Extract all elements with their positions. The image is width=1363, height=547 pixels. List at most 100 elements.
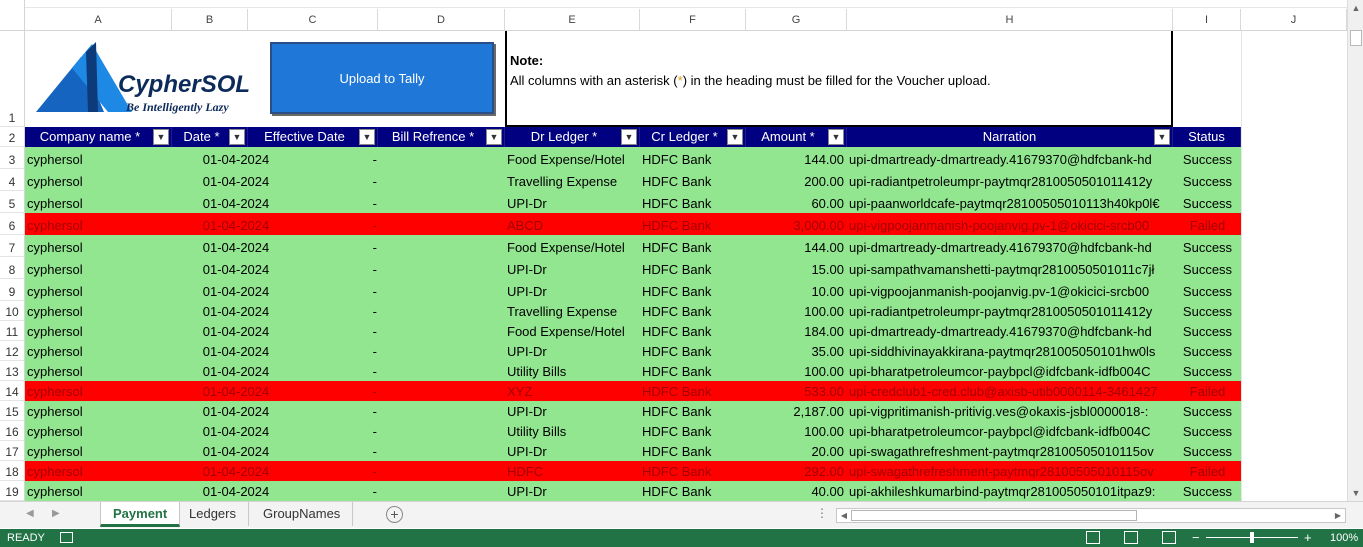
date-cell[interactable]: 01-04-2024 (171, 147, 271, 169)
cr-ledger-cell[interactable]: HDFC Bank (642, 257, 746, 279)
column-header-c[interactable]: C (248, 9, 378, 31)
effective-date-cell[interactable]: - (271, 481, 377, 501)
amount-cell[interactable]: 200.00 (745, 169, 844, 191)
filter-dropdown-icon[interactable]: ▼ (486, 129, 502, 145)
dr-ledger-cell[interactable]: UPI-Dr (507, 401, 638, 421)
zoom-slider-thumb[interactable] (1250, 532, 1254, 543)
normal-view-icon[interactable] (1086, 531, 1100, 544)
filter-dropdown-icon[interactable]: ▼ (229, 129, 245, 145)
narration-cell[interactable]: upi-radiantpetroleumpr-paytmqr2810050501… (849, 301, 1174, 321)
company-cell[interactable]: cyphersol (27, 421, 171, 441)
effective-date-cell[interactable]: - (271, 257, 377, 279)
status-cell[interactable]: Success (1174, 441, 1241, 461)
effective-date-cell[interactable]: - (271, 279, 377, 301)
zoom-in-icon[interactable]: + (1304, 530, 1312, 545)
amount-cell[interactable]: 100.00 (745, 301, 844, 321)
status-cell[interactable]: Success (1174, 257, 1241, 279)
date-cell[interactable]: 01-04-2024 (171, 257, 271, 279)
row-header[interactable]: 5 (0, 191, 25, 213)
status-cell[interactable]: Success (1174, 147, 1241, 169)
cr-ledger-cell[interactable]: HDFC Bank (642, 401, 746, 421)
narration-cell[interactable]: upi-credclub1-cred.club@axisb-utib000011… (849, 381, 1174, 401)
date-cell[interactable]: 01-04-2024 (171, 301, 271, 321)
effective-date-cell[interactable]: - (271, 441, 377, 461)
filter-dropdown-icon[interactable]: ▼ (153, 129, 169, 145)
cr-ledger-cell[interactable]: HDFC Bank (642, 381, 746, 401)
column-header-d[interactable]: D (378, 9, 505, 31)
effective-date-cell[interactable]: - (271, 169, 377, 191)
dr-ledger-cell[interactable]: UPI-Dr (507, 341, 638, 361)
amount-cell[interactable]: 40.00 (745, 481, 844, 501)
amount-cell[interactable]: 20.00 (745, 441, 844, 461)
company-cell[interactable]: cyphersol (27, 321, 171, 341)
company-cell[interactable]: cyphersol (27, 257, 171, 279)
bill-reference-cell[interactable] (377, 301, 504, 321)
narration-cell[interactable]: upi-vigpoojanmanish-poojanvig.pv-1@okici… (849, 279, 1174, 301)
page-break-icon[interactable] (1162, 531, 1176, 544)
dr-ledger-cell[interactable]: XYZ (507, 381, 638, 401)
row-header[interactable]: 12 (0, 341, 25, 361)
bill-reference-cell[interactable] (377, 235, 504, 257)
status-cell[interactable]: Success (1174, 361, 1241, 381)
date-cell[interactable]: 01-04-2024 (171, 361, 271, 381)
narration-cell[interactable]: upi-paanworldcafe-paytmqr28100505010113h… (849, 191, 1174, 213)
column-header-a[interactable]: A (25, 9, 172, 31)
date-cell[interactable]: 01-04-2024 (171, 213, 271, 235)
cr-ledger-cell[interactable]: HDFC Bank (642, 235, 746, 257)
cr-ledger-cell[interactable]: HDFC Bank (642, 301, 746, 321)
narration-cell[interactable]: upi-bharatpetroleumcor-paybpcl@idfcbank-… (849, 421, 1174, 441)
company-cell[interactable]: cyphersol (27, 461, 171, 481)
narration-cell[interactable]: upi-swagathrefreshment-paytmqr2810050501… (849, 441, 1174, 461)
upload-to-tally-button[interactable]: Upload to Tally (270, 42, 494, 114)
column-header-j[interactable]: J (1241, 9, 1347, 31)
dr-ledger-cell[interactable]: Utility Bills (507, 421, 638, 441)
narration-cell[interactable]: upi-sampathvamanshetti-paytmqr2810050501… (849, 257, 1174, 279)
status-cell[interactable]: Success (1174, 279, 1241, 301)
status-cell[interactable]: Success (1174, 321, 1241, 341)
bill-reference-cell[interactable] (377, 361, 504, 381)
bill-reference-cell[interactable] (377, 461, 504, 481)
column-header-i[interactable]: I (1173, 9, 1241, 31)
zoom-level[interactable]: 100% (1330, 532, 1358, 544)
dr-ledger-cell[interactable]: Travelling Expense (507, 169, 638, 191)
filter-dropdown-icon[interactable]: ▼ (359, 129, 375, 145)
status-cell[interactable]: Success (1174, 169, 1241, 191)
cr-ledger-cell[interactable]: HDFC Bank (642, 421, 746, 441)
status-cell[interactable]: Failed (1174, 461, 1241, 481)
date-cell[interactable]: 01-04-2024 (171, 401, 271, 421)
scroll-thumb[interactable] (851, 510, 1137, 521)
bill-reference-cell[interactable] (377, 257, 504, 279)
amount-cell[interactable]: 3,000.00 (745, 213, 844, 235)
company-cell[interactable]: cyphersol (27, 213, 171, 235)
status-cell[interactable]: Success (1174, 421, 1241, 441)
amount-cell[interactable]: 60.00 (745, 191, 844, 213)
company-cell[interactable]: cyphersol (27, 361, 171, 381)
effective-date-cell[interactable]: - (271, 301, 377, 321)
bill-reference-cell[interactable] (377, 401, 504, 421)
row-header[interactable]: 9 (0, 279, 25, 301)
narration-cell[interactable]: upi-dmartready-dmartready.41679370@hdfcb… (849, 147, 1174, 169)
narration-cell[interactable]: upi-vigpritimanish-pritivig.ves@okaxis-j… (849, 401, 1174, 421)
filter-dropdown-icon[interactable]: ▼ (727, 129, 743, 145)
status-cell[interactable]: Success (1174, 341, 1241, 361)
effective-date-cell[interactable]: - (271, 147, 377, 169)
bill-reference-cell[interactable] (377, 341, 504, 361)
effective-date-cell[interactable]: - (271, 321, 377, 341)
company-cell[interactable]: cyphersol (27, 481, 171, 501)
status-cell[interactable]: Success (1174, 301, 1241, 321)
bill-reference-cell[interactable] (377, 191, 504, 213)
narration-cell[interactable]: upi-swagathrefreshment-paytmqr2810050501… (849, 461, 1174, 481)
date-cell[interactable]: 01-04-2024 (171, 481, 271, 501)
company-cell[interactable]: cyphersol (27, 279, 171, 301)
amount-cell[interactable]: 533.00 (745, 381, 844, 401)
company-cell[interactable]: cyphersol (27, 341, 171, 361)
date-cell[interactable]: 01-04-2024 (171, 461, 271, 481)
add-sheet-icon[interactable]: + (386, 506, 403, 523)
select-all-corner[interactable] (0, 0, 25, 31)
dr-ledger-cell[interactable]: Food Expense/Hotel (507, 147, 638, 169)
effective-date-cell[interactable]: - (271, 461, 377, 481)
sheet-tab-ledgers[interactable]: Ledgers (177, 502, 249, 526)
effective-date-cell[interactable]: - (271, 401, 377, 421)
sheet-tab-groupnames[interactable]: GroupNames (251, 502, 354, 526)
narration-cell[interactable]: upi-bharatpetroleumcor-paybpcl@idfcbank-… (849, 361, 1174, 381)
